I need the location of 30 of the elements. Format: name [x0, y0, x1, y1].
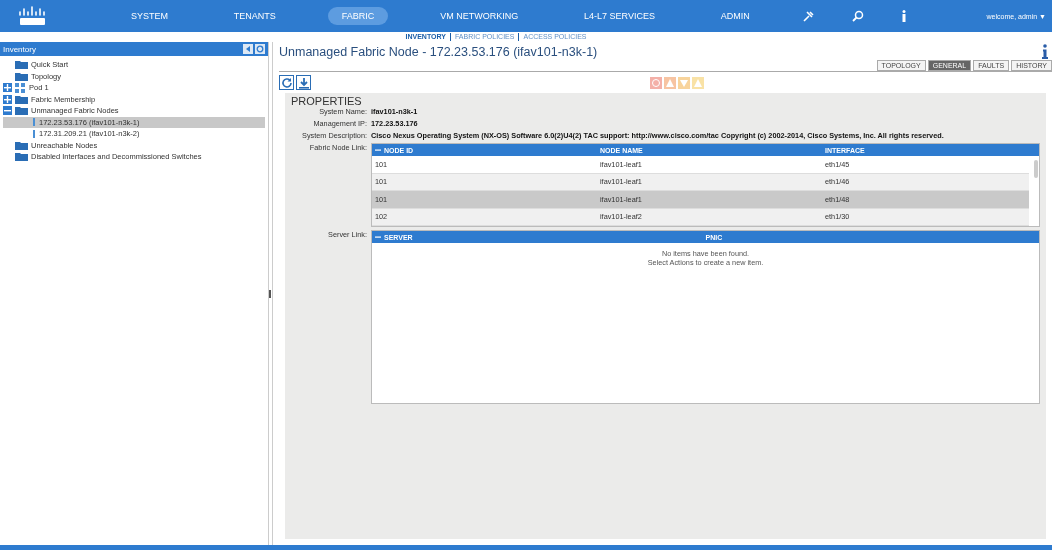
collapse-icon[interactable]: [375, 234, 381, 240]
folder-icon: [15, 71, 28, 81]
sidebar-title: Inventory: [3, 44, 37, 54]
scrollbar[interactable]: [1034, 160, 1038, 178]
collapse-icon[interactable]: [375, 147, 381, 153]
refresh-button[interactable]: [279, 75, 294, 90]
expand-icon[interactable]: [3, 94, 12, 104]
section-title: PROPERTIES: [291, 95, 363, 107]
page-title: Unmanaged Fabric Node - 172.23.53.176 (ifav101-n3k-1): [279, 44, 598, 59]
folder-icon: [15, 60, 28, 70]
nav-tab[interactable]: ADMIN: [706, 7, 764, 25]
nav-tab[interactable]: L4-L7 SERVICES: [570, 7, 669, 25]
folder-icon: [15, 94, 28, 104]
folder-icon: [15, 140, 28, 150]
nav-tab[interactable]: SYSTEM: [116, 7, 182, 25]
info-icon[interactable]: [1042, 44, 1048, 59]
splitter-handle[interactable]: [269, 289, 271, 298]
nav-tab[interactable]: TENANTS: [219, 7, 290, 25]
info-icon[interactable]: [901, 10, 908, 22]
logo-icon: [18, 5, 48, 27]
collapse-icon[interactable]: [243, 44, 253, 54]
fault-status-icons: [650, 76, 704, 89]
expand-icon[interactable]: [3, 83, 12, 93]
collapse-icon[interactable]: [3, 106, 12, 116]
nav-tab[interactable]: VM NETWORKING: [426, 7, 533, 25]
tools-icon[interactable]: [801, 10, 814, 22]
download-button[interactable]: [296, 75, 311, 90]
search-icon[interactable]: [851, 10, 864, 22]
grid-icon: [15, 82, 26, 93]
folder-icon: [15, 152, 28, 162]
